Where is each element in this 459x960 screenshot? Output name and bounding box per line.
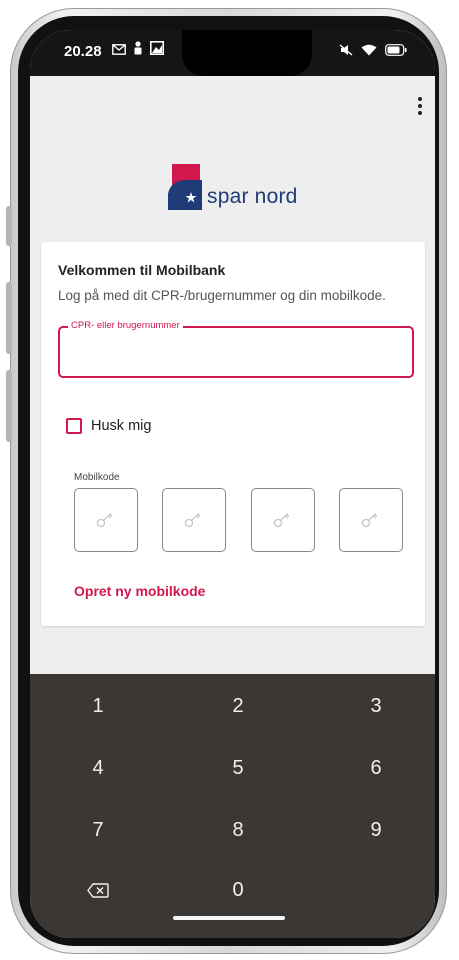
overflow-menu-icon[interactable] xyxy=(413,94,427,118)
dynamic-island xyxy=(182,30,312,76)
battery-icon xyxy=(385,43,407,61)
key-icon xyxy=(184,513,201,528)
key-icon xyxy=(96,513,113,528)
key-6[interactable]: 6 xyxy=(316,740,435,796)
mute-icon xyxy=(339,43,353,61)
spar-nord-logo-mark xyxy=(168,164,202,210)
cpr-input[interactable]: CPR- eller brugernummer xyxy=(58,320,414,378)
status-bar: 20.28 xyxy=(30,30,435,76)
wifi-icon xyxy=(361,43,377,61)
status-time: 20.28 xyxy=(64,43,102,60)
remember-me-toggle[interactable]: Husk mig xyxy=(66,418,151,434)
status-left-icons xyxy=(112,41,164,60)
key-icon xyxy=(361,513,378,528)
status-right-icons xyxy=(339,43,407,61)
key-4[interactable]: 4 xyxy=(38,740,158,796)
key-icon xyxy=(273,513,290,528)
backspace-key[interactable] xyxy=(38,862,158,918)
mobilkode-digit-3[interactable] xyxy=(251,488,315,552)
key-2[interactable]: 2 xyxy=(178,678,298,734)
logo-text: spar nord xyxy=(207,185,298,208)
remember-me-label: Husk mig xyxy=(91,418,152,434)
mobilkode-digit-2[interactable] xyxy=(162,488,226,552)
key-3[interactable]: 3 xyxy=(316,678,435,734)
login-screen: spar nord Velkommen til Mobilbank Log på… xyxy=(30,76,435,674)
volume-down-button xyxy=(6,370,12,442)
volume-up-button xyxy=(6,282,12,354)
key-9[interactable]: 9 xyxy=(316,802,435,858)
gallery-icon xyxy=(150,41,164,60)
key-1[interactable]: 1 xyxy=(38,678,158,734)
mobilkode-digit-4[interactable] xyxy=(339,488,403,552)
remember-me-checkbox[interactable] xyxy=(66,418,82,434)
create-mobilkode-link[interactable]: Opret ny mobilkode xyxy=(74,583,205,599)
person-icon xyxy=(133,41,143,60)
cpr-input-label: CPR- eller brugernummer xyxy=(68,320,183,331)
home-indicator[interactable] xyxy=(173,916,285,920)
phone-screen: 20.28 spar nord Velkommen til Mobilbank … xyxy=(30,30,435,938)
key-7[interactable]: 7 xyxy=(38,802,158,858)
key-0[interactable]: 0 xyxy=(178,862,298,918)
backspace-icon xyxy=(87,882,109,898)
key-5[interactable]: 5 xyxy=(178,740,298,796)
welcome-title: Velkommen til Mobilbank xyxy=(58,262,226,278)
mobilkode-label: Mobilkode xyxy=(74,472,120,483)
action-button xyxy=(6,206,12,246)
key-8[interactable]: 8 xyxy=(178,802,298,858)
login-instructions: Log på med dit CPR-/brugernummer og din … xyxy=(58,288,386,303)
gmail-icon xyxy=(112,42,126,60)
login-card: Velkommen til Mobilbank Log på med dit C… xyxy=(41,242,425,626)
mobilkode-digit-1[interactable] xyxy=(74,488,138,552)
spar-nord-logo: spar nord xyxy=(168,164,298,210)
numeric-keyboard: 1 2 3 4 5 6 7 8 9 0 xyxy=(30,674,435,938)
